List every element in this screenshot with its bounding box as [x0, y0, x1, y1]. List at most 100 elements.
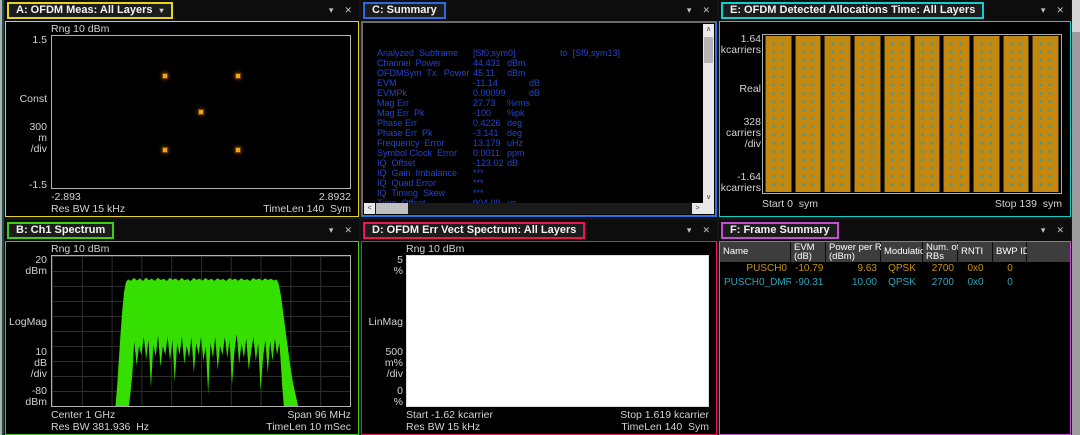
- timelen-label: TimeLen 140 Sym: [621, 421, 709, 432]
- panel-f-body: NameEVM(dB)Power per RE(dBm)ModulationNu…: [719, 241, 1071, 435]
- panel-e-body: 1.64 kcarriers Real 328 carriers /div -1…: [719, 21, 1071, 217]
- minimize-icon[interactable]: ▾: [1041, 224, 1046, 236]
- summary-row: EVMPk0.00099dB: [363, 88, 703, 98]
- right-dock-strip: [1072, 0, 1080, 435]
- frame-table-header-cell[interactable]: Name: [720, 242, 791, 262]
- allocation-bar: [765, 36, 792, 192]
- y-axis-max: 1.5: [6, 35, 47, 46]
- y-axis-max: 20 dBm: [6, 255, 47, 277]
- y-axis-max: 5 %: [362, 255, 403, 277]
- panel-f-title: F: Frame Summary: [730, 224, 830, 237]
- frame-table-header-cell[interactable]: Num. ofRBs: [923, 242, 958, 262]
- close-icon[interactable]: ✕: [1056, 4, 1064, 16]
- allocation-bar: [854, 36, 881, 192]
- summary-row: EVM-11.14dB: [363, 78, 703, 88]
- err-vect-plot[interactable]: [406, 255, 709, 407]
- x-axis-stop: Stop 139 sym: [995, 198, 1062, 209]
- frame-table-rows: PUSCH0-10.799.63QPSK27000x00PUSCH0_DMRS-…: [720, 262, 1070, 290]
- frame-table-header-cell[interactable]: EVM(dB): [791, 242, 826, 262]
- panel-d-body: Rng 10 dBm 5 % LinMag 500 m% /div 0 % St…: [361, 241, 717, 435]
- y-axis-min: -1.64 kcarriers: [720, 172, 761, 194]
- close-icon[interactable]: ✕: [344, 4, 352, 16]
- frame-table-header-cell[interactable]: [1027, 242, 1070, 262]
- minimize-icon[interactable]: ▾: [329, 4, 334, 16]
- panel-b-tab[interactable]: B: Ch1 Spectrum: [7, 222, 114, 239]
- allocations-plot[interactable]: [762, 34, 1062, 194]
- close-icon[interactable]: ✕: [702, 224, 710, 236]
- y-axis-min: -1.5: [6, 180, 47, 191]
- x-axis-max: 2.8932: [319, 191, 351, 202]
- vertical-scrollbar[interactable]: ∧ ∨: [703, 24, 714, 203]
- scrollbar-corner: [703, 203, 714, 214]
- panel-c-body: Analyzed Subframe[Sf0,sym0]to [Sf9,sym13…: [361, 21, 717, 217]
- panel-b-body: Rng 10 dBm 20 dBm LogMag 10 dB /div -80 …: [5, 241, 359, 435]
- panel-a-header[interactable]: A: OFDM Meas: All Layers ▾ ▾ ✕: [5, 0, 359, 21]
- allocation-bar: [973, 36, 1000, 192]
- res-bw-label: Res BW 15 kHz: [406, 421, 480, 432]
- allocation-bar: [795, 36, 822, 192]
- scroll-down-icon[interactable]: ∨: [703, 192, 714, 203]
- frame-table-header-cell[interactable]: BWP ID: [993, 242, 1027, 262]
- summary-row: Mag Err27.73%rms: [363, 98, 703, 108]
- x-axis-min: -2.893: [51, 191, 81, 202]
- y-axis-format: LinMag: [362, 317, 403, 328]
- panel-e-title: E: OFDM Detected Allocations Time: All L…: [730, 4, 975, 17]
- close-icon[interactable]: ✕: [702, 4, 710, 16]
- spectrum-plot[interactable]: [51, 255, 351, 407]
- y-axis-scale: 10 dB /div: [6, 347, 47, 380]
- close-icon[interactable]: ✕: [344, 224, 352, 236]
- res-bw-label: Res BW 15 kHz: [51, 203, 125, 214]
- horizontal-scrollbar[interactable]: < >: [364, 203, 703, 214]
- frame-table-row[interactable]: PUSCH0-10.799.63QPSK27000x00: [720, 262, 1070, 276]
- allocation-bars: [765, 36, 1059, 192]
- panel-d-header[interactable]: D: OFDM Err Vect Spectrum: All Layers ▾ …: [361, 220, 717, 241]
- dropdown-icon[interactable]: ▾: [160, 4, 164, 17]
- range-label: Rng 10 dBm: [51, 243, 109, 255]
- panel-a-tab[interactable]: A: OFDM Meas: All Layers ▾: [7, 2, 173, 19]
- panel-b-header[interactable]: B: Ch1 Spectrum ▾ ✕: [5, 220, 359, 241]
- spectrum-trace: [52, 256, 350, 406]
- allocation-bar: [824, 36, 851, 192]
- minimize-icon[interactable]: ▾: [687, 224, 692, 236]
- y-axis-scale: 328 carriers /div: [720, 117, 761, 150]
- panel-e-tab[interactable]: E: OFDM Detected Allocations Time: All L…: [721, 2, 984, 19]
- panel-e-header[interactable]: E: OFDM Detected Allocations Time: All L…: [719, 0, 1071, 21]
- timelen-label: TimeLen 10 mSec: [266, 421, 351, 432]
- panel-f-tab[interactable]: F: Frame Summary: [721, 222, 839, 239]
- left-dock-strip: [0, 0, 4, 435]
- panel-d-tab[interactable]: D: OFDM Err Vect Spectrum: All Layers: [363, 222, 585, 239]
- y-axis-min: 0 %: [362, 386, 403, 408]
- y-axis-format: LogMag: [6, 317, 47, 328]
- frame-table-header-cell[interactable]: RNTI: [958, 242, 993, 262]
- y-axis-format: Real: [720, 84, 761, 95]
- summary-row: Channel Power44.431dBm: [363, 58, 703, 68]
- y-axis-scale: 500 m% /div: [362, 347, 403, 380]
- vertical-scroll-thumb[interactable]: [704, 37, 713, 63]
- y-axis-max: 1.64 kcarriers: [720, 34, 761, 56]
- scroll-up-icon[interactable]: ∧: [703, 24, 714, 35]
- summary-row: Frequency Error13.179uHz: [363, 138, 703, 148]
- constellation-plot[interactable]: [51, 35, 351, 189]
- frame-table-row[interactable]: PUSCH0_DMRS-90.3110.00QPSK27000x00: [720, 276, 1070, 290]
- panel-frame-summary: F: Frame Summary ▾ ✕ NameEVM(dB)Power pe…: [719, 220, 1071, 435]
- scroll-right-icon[interactable]: >: [692, 203, 703, 214]
- summary-row: IQ Gain Imbalance***: [363, 168, 703, 178]
- minimize-icon[interactable]: ▾: [687, 4, 692, 16]
- panel-a-title: A: OFDM Meas: All Layers: [16, 4, 153, 17]
- panel-c-header[interactable]: C: Summary ▾ ✕: [361, 0, 717, 21]
- summary-rows: Analyzed Subframe[Sf0,sym0]to [Sf9,sym13…: [363, 23, 703, 203]
- panel-c-tab[interactable]: C: Summary: [363, 2, 446, 19]
- minimize-icon[interactable]: ▾: [1041, 4, 1046, 16]
- scroll-left-icon[interactable]: <: [364, 203, 375, 214]
- frame-table-header-cell[interactable]: Modulation: [881, 242, 923, 262]
- frame-summary-table[interactable]: NameEVM(dB)Power per RE(dBm)ModulationNu…: [720, 242, 1070, 290]
- x-axis-start: Start -1.62 kcarrier: [406, 409, 493, 420]
- panel-f-header[interactable]: F: Frame Summary ▾ ✕: [719, 220, 1071, 241]
- frame-table-header-cell[interactable]: Power per RE(dBm): [826, 242, 881, 262]
- summary-row: Phase Err0.4226deg: [363, 118, 703, 128]
- panel-err-vect-spectrum: D: OFDM Err Vect Spectrum: All Layers ▾ …: [361, 220, 717, 435]
- minimize-icon[interactable]: ▾: [329, 224, 334, 236]
- horizontal-scroll-thumb[interactable]: [376, 203, 408, 214]
- close-icon[interactable]: ✕: [1056, 224, 1064, 236]
- res-bw-label: Res BW 381.936 Hz: [51, 421, 149, 432]
